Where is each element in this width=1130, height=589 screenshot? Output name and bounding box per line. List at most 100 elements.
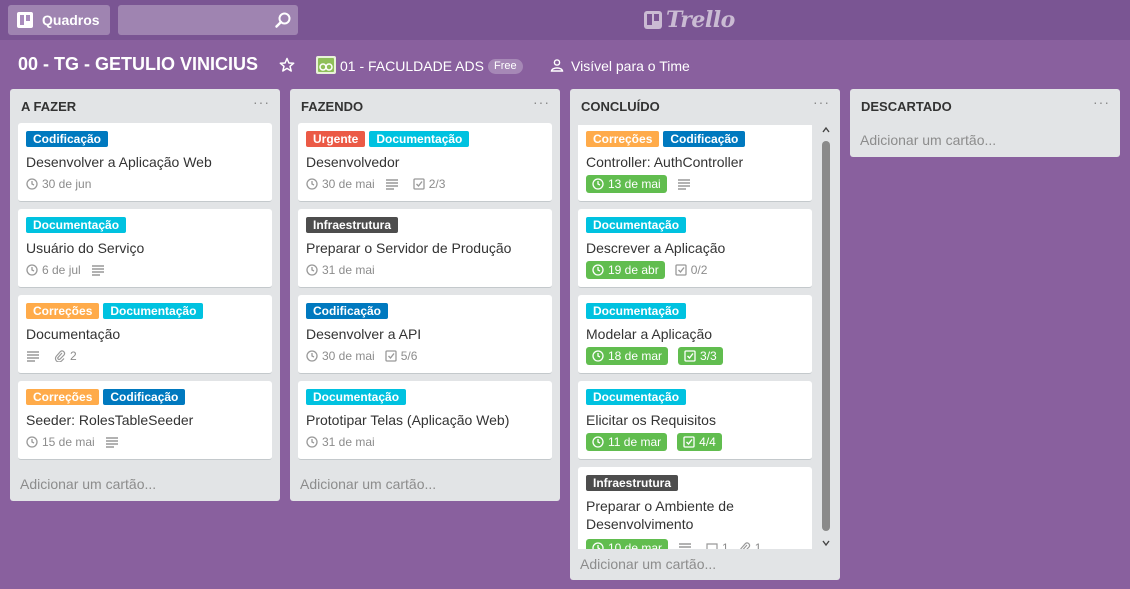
card[interactable]: Documentação Elicitar os Requisitos 11 d…: [578, 381, 812, 460]
logo-text: Trello: [666, 7, 735, 33]
list-title[interactable]: DESCARTADO: [861, 99, 952, 114]
due-date-badge: 10 de mar: [586, 539, 669, 549]
checklist-icon: [683, 436, 695, 448]
clock-icon: [592, 542, 604, 549]
clock-icon: [306, 436, 318, 448]
due-date-text: 11 de mar: [608, 435, 662, 449]
card-label: Codificação: [306, 303, 389, 319]
description-badge: [26, 347, 44, 365]
due-date-badge: 18 de mar: [586, 347, 669, 365]
clock-icon: [306, 264, 318, 276]
card-label: Documentação: [306, 389, 407, 405]
card-label: Codificação: [26, 131, 109, 147]
card-title: Documentação: [26, 326, 121, 342]
description-icon: [27, 351, 39, 362]
list-descartado: DESCARTADO ··· Adicionar um cartão...: [850, 89, 1120, 157]
card[interactable]: Correções Codificação Seeder: RolesTable…: [18, 381, 272, 460]
list-title[interactable]: CONCLUÍDO: [581, 99, 660, 114]
card[interactable]: Infraestrutura Preparar o Servidor de Pr…: [298, 209, 552, 288]
checklist-badge: 3/3: [678, 347, 723, 365]
visibility-button[interactable]: Visível para o Time: [571, 58, 690, 74]
card[interactable]: Codificação Desenvolver a Aplicação Web …: [18, 123, 272, 202]
due-date-text: 10 de mar: [608, 541, 663, 549]
list-a-fazer: A FAZER ··· Codificação Desenvolver a Ap…: [10, 89, 280, 501]
search-input[interactable]: [118, 5, 298, 35]
boards-label: Quadros: [42, 12, 100, 28]
checklist-count: 3/3: [700, 349, 717, 363]
trello-logo-icon: [644, 11, 662, 29]
attachment-count: 2: [70, 349, 77, 363]
add-card-button[interactable]: Adicionar um cartão...: [860, 132, 996, 148]
due-date-text: 6 de jul: [42, 263, 81, 277]
checklist-icon: [684, 350, 696, 362]
card[interactable]: Infraestrutura Preparar o Ambiente de De…: [578, 467, 812, 549]
description-badge: [91, 261, 109, 279]
description-icon: [91, 265, 104, 276]
card-label: Correções: [26, 389, 100, 405]
list-menu-icon[interactable]: ···: [253, 94, 270, 110]
due-date-text: 30 de jun: [42, 177, 92, 191]
list-menu-icon[interactable]: ···: [813, 94, 830, 110]
card-label: Documentação: [586, 217, 687, 233]
team-name[interactable]: 01 - FACULDADE ADS: [340, 58, 484, 74]
card-label: Codificação: [663, 131, 746, 147]
list-menu-icon[interactable]: ···: [1093, 94, 1110, 110]
due-date-badge: 31 de mai: [306, 433, 375, 451]
card-title: Preparar o Ambiente de Desenvolvimento: [586, 498, 734, 532]
due-date-text: 18 de mar: [608, 349, 663, 363]
card-label: Documentação: [103, 303, 204, 319]
add-card-button[interactable]: Adicionar um cartão...: [580, 556, 716, 572]
card[interactable]: Documentação Prototipar Telas (Aplicação…: [298, 381, 552, 460]
trello-logo[interactable]: Trello: [644, 7, 735, 33]
due-date-text: 31 de mai: [322, 435, 375, 449]
list-cards-scroll-area: Correções Codificação Controller: AuthCo…: [570, 125, 840, 549]
description-badge: [678, 539, 696, 549]
search-icon[interactable]: [274, 11, 292, 29]
clock-icon: [592, 350, 604, 362]
card[interactable]: Codificação Desenvolver a API 30 de mai …: [298, 295, 552, 374]
clock-icon: [306, 350, 318, 362]
due-date-text: 30 de mai: [322, 177, 375, 191]
card-label: Correções: [586, 131, 660, 147]
checklist-badge: 5/6: [385, 347, 417, 365]
attachment-badge: 2: [54, 347, 77, 365]
card-label: Infraestrutura: [586, 475, 679, 491]
description-badge: [677, 175, 695, 193]
add-card-button[interactable]: Adicionar um cartão...: [20, 476, 156, 492]
due-date-text: 19 de abr: [608, 263, 659, 277]
checklist-badge: 4/4: [677, 433, 722, 451]
card[interactable]: Documentação Modelar a Aplicação 18 de m…: [578, 295, 812, 374]
due-date-text: 13 de mai: [608, 177, 661, 191]
due-date-badge: 30 de mai: [306, 347, 375, 365]
list-menu-icon[interactable]: ···: [533, 94, 550, 110]
list-title[interactable]: FAZENDO: [301, 99, 363, 114]
card-label: Urgente: [306, 131, 366, 147]
card-title: Seeder: RolesTableSeeder: [26, 412, 194, 428]
top-header: Quadros Trello: [0, 0, 1130, 40]
comment-count: 1: [722, 541, 729, 549]
boards-button[interactable]: Quadros: [8, 5, 110, 35]
checklist-count: 4/4: [699, 435, 716, 449]
card[interactable]: Urgente Documentação Desenvolvedor 30 de…: [298, 123, 552, 202]
card[interactable]: Correções Codificação Controller: AuthCo…: [578, 125, 812, 202]
card[interactable]: Correções Documentação Documentação 2: [18, 295, 272, 374]
card[interactable]: Documentação Descrever a Aplicação 19 de…: [578, 209, 812, 288]
star-icon[interactable]: [279, 57, 295, 73]
clock-icon: [306, 178, 318, 190]
clock-icon: [592, 178, 604, 190]
team-avatar-icon[interactable]: [316, 56, 336, 74]
list-title[interactable]: A FAZER: [21, 99, 76, 114]
card[interactable]: Documentação Usuário do Serviço 6 de jul: [18, 209, 272, 288]
checklist-icon: [413, 178, 425, 190]
scrollbar-thumb[interactable]: [822, 141, 830, 531]
checklist-icon: [385, 350, 397, 362]
attachment-badge: 1: [739, 539, 761, 549]
clock-icon: [592, 264, 604, 276]
add-card-button[interactable]: Adicionar um cartão...: [300, 476, 436, 492]
card-label: Documentação: [586, 389, 687, 405]
due-date-badge: 31 de mai: [306, 261, 375, 279]
card-title: Preparar o Servidor de Produção: [306, 240, 512, 256]
board-title[interactable]: 00 - TG - GETULIO VINICIUS: [18, 54, 258, 75]
due-date-badge: 30 de mai: [306, 175, 375, 193]
description-icon: [679, 543, 692, 548]
